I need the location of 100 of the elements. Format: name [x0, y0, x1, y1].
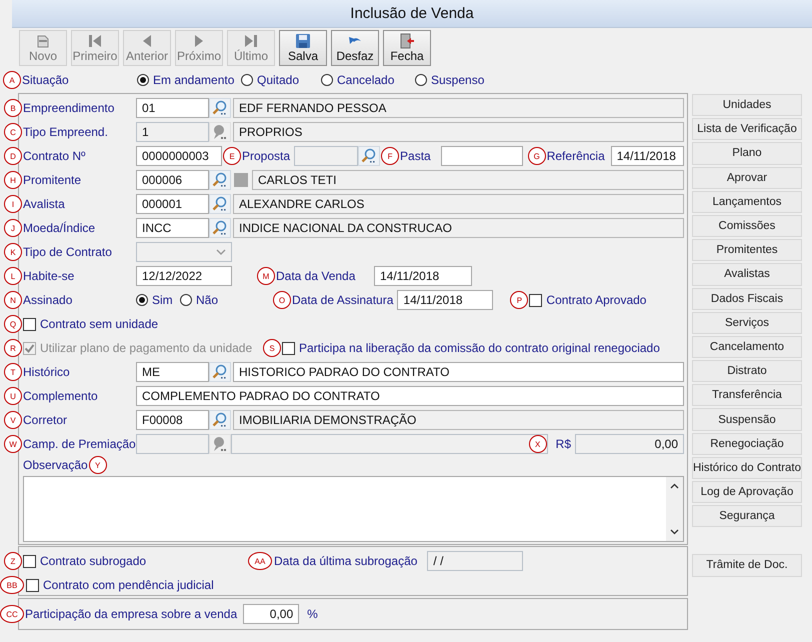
field-label: Data da última subrogação	[274, 554, 418, 568]
side-button[interactable]: Cancelamento	[692, 336, 802, 358]
toolbar-button[interactable]: Salva	[279, 30, 327, 66]
radio-label[interactable]: Quitado	[257, 73, 300, 87]
radio-button[interactable]	[137, 74, 149, 86]
callout-marker: F	[381, 147, 400, 165]
input-field[interactable]: 01	[136, 98, 209, 118]
input-field[interactable]: 14/11/2018	[374, 266, 472, 286]
input-field[interactable]: HISTORICO PADRAO DO CONTRATO	[233, 362, 684, 382]
side-button[interactable]: Plano	[692, 142, 802, 165]
search-button[interactable]	[209, 362, 231, 382]
input-field[interactable]: 0000000003	[136, 146, 222, 166]
side-button[interactable]: Avalistas	[692, 263, 802, 286]
checkbox-label[interactable]: Contrato subrogado	[40, 554, 248, 568]
radio-button[interactable]	[180, 294, 192, 306]
callout-marker: S	[263, 339, 281, 357]
search-button[interactable]	[209, 410, 231, 430]
radio-button[interactable]	[136, 294, 148, 306]
input-field[interactable]: INCC	[136, 218, 209, 238]
field-label: Contrato Nº	[23, 149, 86, 163]
side-button[interactable]: Dados Fiscais	[692, 288, 802, 310]
field-label: Situação	[22, 73, 69, 87]
toolbar-button[interactable]: Fecha	[383, 30, 431, 66]
radio-label[interactable]: Sim	[152, 293, 173, 307]
side-button[interactable]: Renegociação	[692, 432, 802, 455]
scroll-up-icon	[670, 483, 679, 489]
scroll-down-icon	[670, 529, 679, 535]
readonly-field[interactable]: IMOBILIARIA DEMONSTRAÇÃO	[233, 410, 684, 430]
callout-marker: H	[4, 171, 22, 189]
callout-marker: Z	[4, 552, 22, 570]
radio-label[interactable]: Suspenso	[431, 73, 484, 87]
input-field[interactable]: COMPLEMENTO PADRAO DO CONTRATO	[136, 386, 684, 406]
radio-button[interactable]	[321, 74, 333, 86]
side-button[interactable]: Lançamentos	[692, 190, 802, 213]
input-field[interactable]: F00008	[136, 410, 209, 430]
search-button[interactable]	[209, 434, 231, 454]
search-button[interactable]	[209, 194, 231, 214]
side-button[interactable]: Serviços	[692, 312, 802, 334]
callout-marker: P	[510, 291, 528, 309]
input-field[interactable]: 000006	[136, 170, 209, 190]
side-button[interactable]: Transferência	[692, 384, 802, 406]
radio-label[interactable]: Não	[196, 293, 218, 307]
checkbox-label[interactable]: Contrato sem unidade	[40, 317, 158, 331]
search-button[interactable]	[209, 98, 231, 118]
side-button[interactable]: Segurança	[692, 505, 802, 528]
checkbox[interactable]	[23, 554, 36, 568]
callout-marker: N	[4, 291, 22, 309]
side-button[interactable]: Unidades	[692, 94, 802, 116]
side-button[interactable]: Distrato	[692, 360, 802, 382]
side-button[interactable]: Aprovar	[692, 166, 802, 189]
readonly-field[interactable]: ALEXANDRE CARLOS	[233, 194, 684, 214]
callout-marker: D	[4, 147, 22, 165]
callout-marker: I	[4, 195, 22, 213]
input-field[interactable]: 000001	[136, 194, 209, 214]
search-button[interactable]	[209, 170, 231, 190]
input-field[interactable]: 14/11/2018	[397, 290, 494, 310]
radio-label[interactable]: Em andamento	[153, 73, 234, 87]
input-field[interactable]: 0,00	[243, 604, 300, 624]
input-field[interactable]	[440, 146, 523, 166]
readonly-field[interactable]: INDICE NACIONAL DA CONSTRUCAO	[233, 218, 684, 238]
callout-marker: V	[4, 411, 22, 429]
side-button[interactable]: Trâmite de Doc.	[692, 554, 802, 577]
checkbox[interactable]	[282, 342, 295, 354]
input-field[interactable]: 12/12/2022	[136, 266, 232, 286]
checkbox[interactable]	[529, 294, 542, 306]
callout-marker: B	[4, 99, 22, 117]
search-button[interactable]	[209, 218, 231, 238]
callout-marker: J	[4, 219, 22, 237]
checkbox[interactable]	[23, 318, 36, 330]
readonly-field[interactable]: CARLOS TETI	[252, 170, 684, 190]
callout-marker: M	[257, 267, 275, 285]
side-button[interactable]: Comissões	[692, 214, 802, 238]
toolbar-button[interactable]: Desfaz	[331, 30, 379, 66]
side-button[interactable]: Log de Aprovação	[692, 481, 802, 504]
field-label: Proposta	[242, 149, 290, 163]
checkbox-label[interactable]: Contrato Aprovado	[546, 293, 646, 307]
field-label: Pasta	[400, 149, 431, 163]
side-button[interactable]: Suspensão	[692, 408, 802, 431]
side-button[interactable]: Lista de Verificação	[692, 118, 802, 140]
callout-marker: U	[4, 387, 22, 405]
scrollbar[interactable]	[666, 477, 683, 541]
checkbox-label[interactable]: Contrato com pendência judicial	[43, 578, 214, 592]
field-label: Moeda/Índice	[23, 221, 96, 235]
side-button[interactable]: Promitentes	[692, 239, 802, 262]
search-button[interactable]	[358, 146, 380, 166]
checkbox[interactable]	[26, 578, 39, 592]
callout-marker: E	[223, 147, 241, 165]
radio-button[interactable]	[415, 74, 427, 86]
checkbox-label[interactable]: Participa na liberação da comissão do contrato original renegociado	[299, 341, 660, 355]
field-label: Corretor	[23, 413, 68, 427]
readonly-field[interactable]: EDF FERNANDO PESSOA	[233, 98, 684, 118]
text-area[interactable]	[23, 476, 684, 542]
input-field[interactable]: 14/11/2018	[610, 146, 684, 166]
radio-button[interactable]	[241, 74, 253, 86]
readonly-field[interactable]	[231, 434, 548, 454]
radio-label[interactable]: Cancelado	[337, 73, 394, 87]
field-label: Complemento	[23, 389, 98, 403]
callout-marker: Y	[88, 456, 107, 474]
input-field[interactable]: ME	[136, 362, 209, 382]
side-button[interactable]: Histórico do Contrato	[692, 456, 802, 479]
